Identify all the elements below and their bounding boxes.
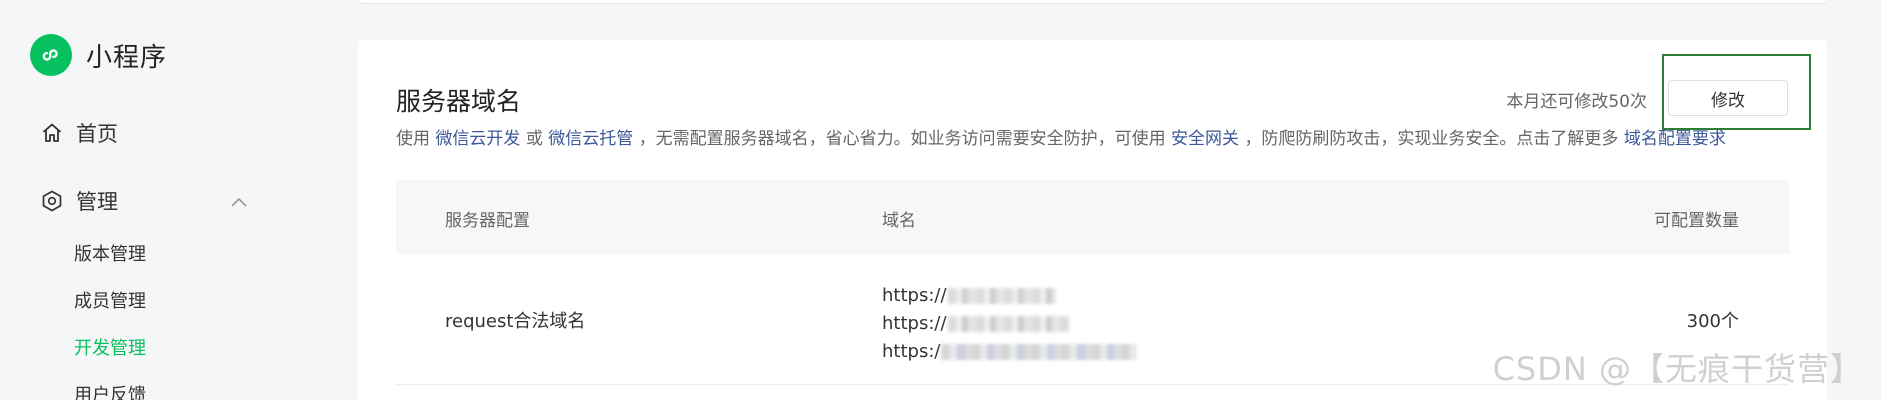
sidebar-item-home[interactable]: 首页 xyxy=(40,118,118,148)
column-header-count: 可配置数量 xyxy=(1654,211,1739,231)
redacted-domain-blur xyxy=(947,288,1056,304)
settings-hexagon-icon xyxy=(40,189,64,213)
column-header-config: 服务器配置 xyxy=(445,211,530,231)
redacted-domain-blur xyxy=(947,316,1070,332)
domain-entry: https:// xyxy=(882,310,1137,338)
config-type-cell: request合法域名 xyxy=(445,311,586,332)
sidebar-item-version-management[interactable]: 版本管理 xyxy=(74,240,146,266)
domain-text: https:// xyxy=(882,285,947,306)
column-header-domain: 域名 xyxy=(882,211,916,231)
highlight-annotation-box xyxy=(1662,54,1811,130)
chevron-up-icon[interactable] xyxy=(230,189,248,213)
sidebar-item-label: 管理 xyxy=(76,190,118,214)
domain-entry: https:// xyxy=(882,282,1137,310)
sidebar-item-manage[interactable]: 管理 xyxy=(40,186,248,216)
previous-card-edge xyxy=(358,0,1827,4)
home-icon xyxy=(40,121,64,145)
desc-text: 使用 xyxy=(396,129,430,149)
desc-text: ，防爬防刷防攻击，实现业务安全。点击了解更多 xyxy=(1244,129,1619,149)
domain-count-cell: 300个 xyxy=(1686,311,1739,332)
redacted-domain-blur xyxy=(941,344,1138,360)
domain-list-cell: https:// https:// https:/ xyxy=(882,282,1138,366)
sidebar-item-user-feedback[interactable]: 用户反馈 xyxy=(74,381,146,400)
sidebar-item-dev-management[interactable]: 开发管理 xyxy=(74,334,146,360)
desc-text: 或 xyxy=(525,129,543,149)
brand[interactable]: 小程序 xyxy=(30,34,167,76)
link-domain-requirements[interactable]: 域名配置要求 xyxy=(1624,129,1726,149)
link-cloud-hosting[interactable]: 微信云托管 xyxy=(548,129,633,149)
desc-text: ，无需配置服务器域名，省心省力。如业务访问需要安全防护，可使用 xyxy=(638,129,1166,149)
sidebar-item-label: 首页 xyxy=(76,122,118,146)
sidebar: 小程序 首页 管理 版本管理 成员管理 开发管理 用户反馈 xyxy=(0,0,300,400)
domain-text: https:/ xyxy=(882,341,941,362)
domain-text: https:// xyxy=(882,313,947,334)
table-header: 服务器配置 域名 可配置数量 xyxy=(396,180,1789,254)
watermark: CSDN @【无痕干货营】 xyxy=(1492,350,1863,388)
card-title: 服务器域名 xyxy=(396,87,522,116)
miniprogram-logo-icon xyxy=(30,34,72,76)
brand-name: 小程序 xyxy=(86,42,168,73)
link-cloud-development[interactable]: 微信云开发 xyxy=(435,129,520,149)
page: 小程序 首页 管理 版本管理 成员管理 开发管理 用户反馈 服务器域名 本月还可… xyxy=(0,0,1881,400)
sidebar-item-member-management[interactable]: 成员管理 xyxy=(74,287,146,313)
card-description: 使用 微信云开发 或 微信云托管 ，无需配置服务器域名，省心省力。如业务访问需要… xyxy=(396,124,1726,149)
link-security-gateway[interactable]: 安全网关 xyxy=(1171,129,1239,149)
domain-entry: https:/ xyxy=(882,338,1138,366)
modify-quota-text: 本月还可修改50次 xyxy=(1506,92,1647,112)
